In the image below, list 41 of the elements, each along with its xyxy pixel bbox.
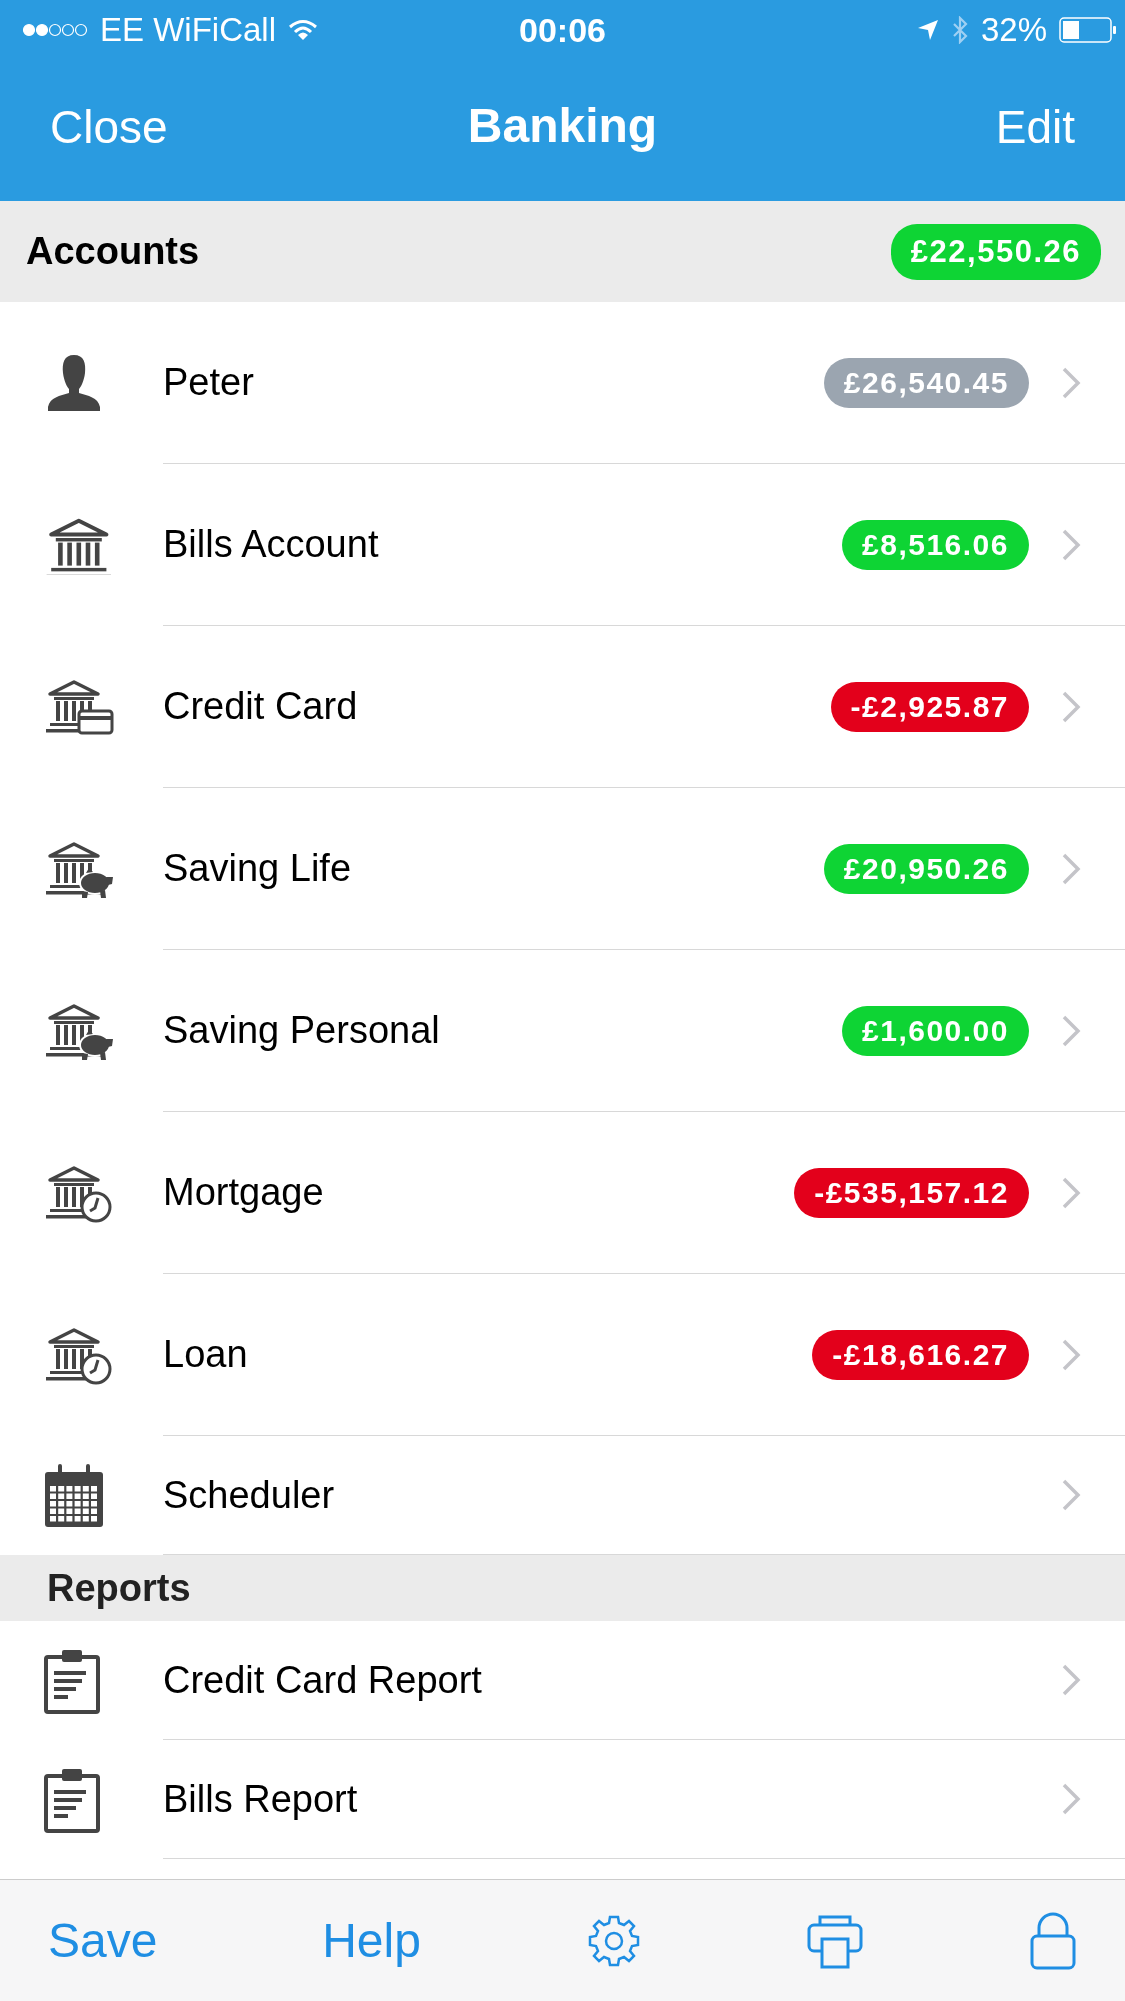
- row-label[interactable]: Bills Report: [163, 1777, 1061, 1821]
- bluetooth-icon: [950, 16, 969, 44]
- row-label[interactable]: Mortgage: [163, 1171, 795, 1214]
- chevron-icon: [1061, 1175, 1081, 1210]
- balance-badge: -£2,925.87: [830, 681, 1029, 732]
- chevron-icon: [1061, 527, 1081, 562]
- calendar-icon: [42, 1461, 106, 1530]
- row-label[interactable]: Peter: [163, 361, 824, 404]
- balance-badge: £1,600.00: [842, 1005, 1029, 1056]
- chevron-icon: [1061, 851, 1081, 886]
- signal-icon: [22, 23, 88, 37]
- wifi-icon: [288, 19, 318, 41]
- chevron-icon: [1061, 689, 1081, 724]
- balance-badge: -£18,616.27: [812, 1329, 1029, 1380]
- nav-title: Banking: [467, 98, 658, 153]
- balance-badge: £20,950.26: [823, 843, 1029, 894]
- chevron-icon: [1061, 365, 1081, 400]
- row-label[interactable]: Loan: [163, 1333, 813, 1376]
- total-badge: £22,550.26: [890, 223, 1101, 280]
- row-label[interactable]: Saving Life: [163, 847, 824, 890]
- balance-badge: £26,540.45: [823, 357, 1029, 408]
- row-label[interactable]: Scheduler: [163, 1473, 1061, 1517]
- section-title: Reports: [47, 1566, 191, 1610]
- lock-icon: [1029, 1911, 1077, 1970]
- row-label[interactable]: Saving Personal: [163, 1009, 843, 1052]
- row-label[interactable]: Bills Account: [163, 523, 843, 566]
- battery-percent: 32%: [980, 11, 1047, 49]
- section-title: Accounts: [26, 230, 200, 273]
- carrier-name: EE WiFiCall: [100, 11, 276, 49]
- chevron-icon: [1061, 1013, 1081, 1048]
- row-label[interactable]: Credit Card: [163, 685, 831, 728]
- row-label[interactable]: Credit Card Report: [163, 1658, 1061, 1702]
- chevron-icon: [1061, 1478, 1081, 1512]
- chevron-icon: [1061, 1663, 1081, 1697]
- balance-badge: £8,516.06: [842, 519, 1029, 570]
- location-icon: [916, 19, 939, 41]
- chevron-icon: [1061, 1782, 1081, 1816]
- balance-badge: -£535,157.12: [794, 1167, 1029, 1218]
- chevron-icon: [1061, 1337, 1081, 1372]
- status-time: 00:06: [519, 10, 606, 50]
- battery-icon: [1059, 17, 1117, 43]
